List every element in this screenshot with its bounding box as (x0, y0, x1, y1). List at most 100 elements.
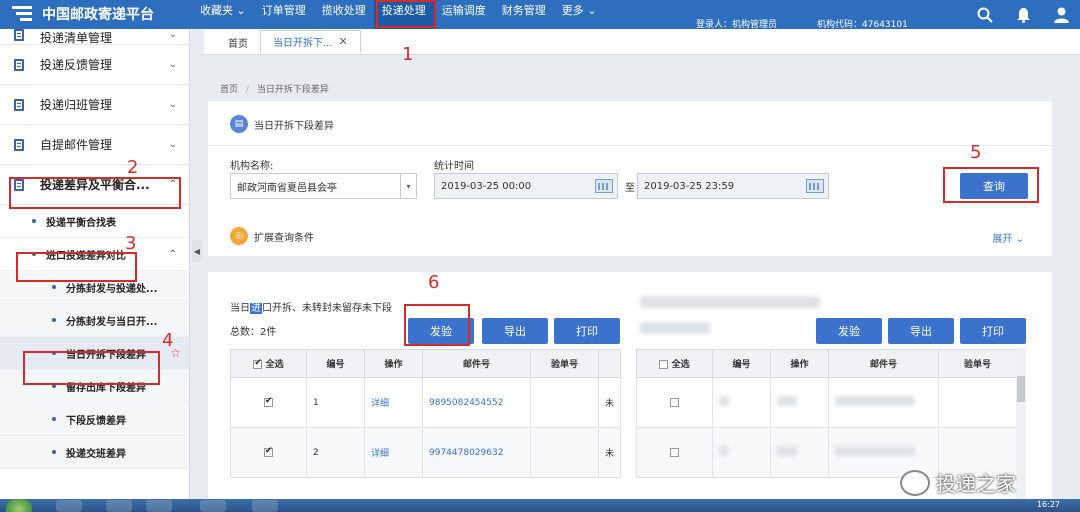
org-select[interactable]: 邮政河南省夏邑县会亭 ▾ (230, 173, 417, 199)
tab-open-segment-diff[interactable]: 当日开拆下... ✕ (260, 30, 361, 54)
sidebar-item-delivery-list[interactable]: 投递清单管理 ⌄ (0, 29, 189, 45)
tab-home[interactable]: 首页 (216, 30, 260, 54)
word-icon[interactable] (252, 500, 278, 512)
sidebar-sub-delivery-balance[interactable]: 投递平衡合找表 (0, 205, 189, 238)
time-label: 统计时间 (434, 161, 474, 172)
os-taskbar: 16:27 (0, 499, 1080, 512)
nav-transport-dispatch[interactable]: 运输调度 (434, 0, 494, 29)
checkbox-icon[interactable] (264, 396, 273, 407)
nav-pickup-processing[interactable]: 揽收处理 (314, 0, 374, 29)
row-checkbox-cell[interactable] (636, 427, 713, 478)
start-button-icon[interactable] (6, 499, 32, 512)
bell-icon[interactable] (1004, 0, 1042, 29)
expand-link-label: 展开 (992, 234, 1013, 245)
sidebar-sub2-handover-diff[interactable]: 投递交班差异 (0, 436, 189, 469)
nav-more[interactable]: 更多 ⌄ (554, 0, 605, 29)
column-header: 操作 (364, 349, 423, 378)
top-icons (966, 0, 1080, 29)
sidebar-sub2-feedback-diff[interactable]: 下段反馈差异 (0, 403, 189, 436)
tab-bar: 首页 当日开拆下... ✕ (204, 29, 1080, 55)
chevron-down-icon: ⌄ (168, 29, 177, 40)
sidebar-item-self-pickup[interactable]: 自提邮件管理 ⌄ (0, 125, 189, 165)
column-header: 验单号 (938, 349, 1017, 378)
query-panel: ▤ 当日开拆下段差异 机构名称: 邮政河南省夏邑县会亭 ▾ 统计时间 2019-… (208, 101, 1052, 256)
expand-conditions[interactable]: ◎ 扩展查询条件 (230, 227, 314, 245)
chevron-down-icon: ⌄ (168, 59, 177, 70)
checkbox-icon[interactable] (659, 360, 669, 369)
checkbox-icon[interactable] (264, 446, 273, 457)
chevron-down-icon: ▾ (400, 174, 416, 198)
checkbox-icon[interactable] (253, 358, 263, 369)
bullet-icon (52, 318, 56, 322)
table-row: 1 详细 9895082454552 未 (230, 377, 621, 428)
blurred-cell (712, 377, 771, 428)
sidebar-sub2-sort-open[interactable]: 分拣封发与当日开... (0, 304, 189, 337)
sidebar-item-delivery-return[interactable]: 投递归班管理 ⌄ (0, 85, 189, 125)
bullet-icon (52, 285, 56, 289)
annotation-box (9, 177, 181, 209)
nav-order-management[interactable]: 订单管理 (254, 0, 314, 29)
checkbox-icon[interactable] (670, 397, 679, 407)
user-icon[interactable] (1042, 0, 1080, 29)
annotation-number: 1 (402, 44, 414, 65)
app-title: 中国邮政寄递平台 (42, 7, 154, 23)
select-all-header[interactable]: 全选 (230, 349, 307, 378)
annotation-box (376, 0, 436, 28)
table-scrollbar[interactable] (1016, 348, 1026, 508)
row-mail-number[interactable]: 9895082454552 (422, 377, 531, 428)
breadcrumb-current: 当日开拆下段差异 (256, 85, 329, 95)
result-table-2: 全选 编号 操作 邮件号 验单号 (636, 349, 1017, 478)
close-icon[interactable]: ✕ (339, 35, 348, 48)
row-checkbox-cell[interactable] (636, 377, 713, 428)
export-button-2[interactable]: 导出 (888, 318, 954, 344)
print-button-2[interactable]: 打印 (960, 318, 1026, 344)
browser-icon[interactable] (56, 500, 82, 512)
user-info: 登录人：机构管理员 机构代码：47643101 (696, 0, 908, 32)
row-detail-link[interactable]: 详细 (364, 427, 423, 478)
folder-icon[interactable] (106, 500, 132, 512)
export-button[interactable]: 导出 (482, 318, 548, 344)
expand-link[interactable]: 展开 ⌄ (992, 230, 1024, 245)
scrollbar-thumb[interactable] (1017, 376, 1025, 402)
annotation-number: 2 (127, 157, 139, 178)
sidebar-item-label: 投递归班管理 (40, 98, 113, 112)
row-receipt-number (530, 427, 599, 478)
search-icon[interactable] (966, 0, 1004, 29)
chevron-down-icon: ⌄ (587, 4, 597, 17)
annotation-number: 6 (428, 272, 440, 293)
document-icon (14, 29, 24, 41)
date-to-input[interactable]: 2019-03-25 23:59 (637, 173, 829, 199)
breadcrumb-home[interactable]: 首页 (220, 85, 238, 95)
select-all-header[interactable]: 全选 (636, 349, 713, 378)
calendar-icon[interactable] (806, 179, 824, 193)
calendar-icon[interactable] (595, 179, 613, 193)
send-verify-button-2[interactable]: 发验 (816, 318, 882, 344)
row-receipt-number (938, 377, 1017, 428)
app-icon[interactable] (146, 500, 172, 512)
sidebar-item-label: 投递平衡合找表 (46, 217, 116, 229)
chrome-icon[interactable] (200, 500, 226, 512)
expand-conditions-label: 扩展查询条件 (254, 232, 314, 244)
blurred-caption (640, 296, 820, 308)
bullet-icon (52, 417, 56, 421)
top-bar: 中国邮政寄递平台 收藏夹 ⌄ 订单管理 揽收处理 投递处理 运输调度 财务管理 … (0, 0, 1080, 32)
column-header (598, 349, 621, 378)
checkbox-icon[interactable] (670, 447, 679, 457)
nav-finance-management[interactable]: 财务管理 (494, 0, 554, 29)
print-button[interactable]: 打印 (554, 318, 620, 344)
org-label: 机构名称: (230, 161, 274, 172)
sidebar-item-label: 投递交班差异 (66, 448, 126, 460)
table-row (636, 377, 1017, 428)
result-table: 全选 编号 操作 邮件号 验单号 1 详细 9895082454552 未 2 … (230, 349, 621, 478)
sidebar-collapse-handle[interactable]: ◀ (192, 240, 202, 262)
date-from-input[interactable]: 2019-03-25 00:00 (434, 173, 618, 199)
sidebar-item-delivery-feedback[interactable]: 投递反馈管理 ⌄ (0, 45, 189, 85)
user-info-partial-row (696, 0, 908, 9)
sidebar-item-label: 下段反馈差异 (66, 415, 126, 427)
blurred-cell (770, 377, 829, 428)
row-checkbox-cell[interactable] (230, 377, 307, 428)
nav-favorites[interactable]: 收藏夹 ⌄ (192, 0, 254, 29)
row-mail-number[interactable]: 9974478029632 (422, 427, 531, 478)
row-detail-link[interactable]: 详细 (364, 377, 423, 428)
row-checkbox-cell[interactable] (230, 427, 307, 478)
